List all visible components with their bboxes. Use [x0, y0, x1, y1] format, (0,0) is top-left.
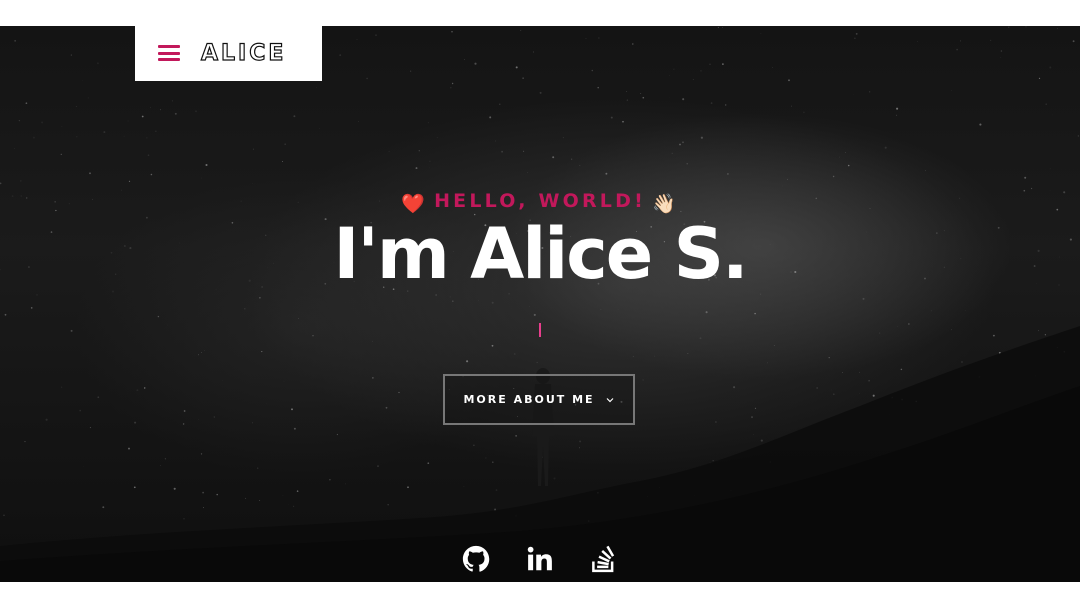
linkedin-link[interactable]: [525, 544, 555, 574]
typing-cursor: [539, 323, 541, 337]
chevron-down-icon: [606, 397, 613, 402]
more-about-me-button[interactable]: MORE ABOUT ME: [443, 374, 635, 425]
github-icon: [462, 545, 490, 572]
hero-section: [0, 26, 1080, 582]
linkedin-icon: [527, 546, 552, 571]
logo-box: ALICE: [135, 26, 322, 81]
stackoverflow-icon: [592, 545, 615, 573]
site-logo[interactable]: ALICE: [200, 40, 286, 67]
social-links: [0, 542, 1080, 576]
hamburger-menu-icon[interactable]: [158, 45, 180, 61]
stackoverflow-link[interactable]: [589, 544, 619, 574]
hill-silhouette: [0, 326, 1080, 582]
hero-heading: I'm Alice S.: [333, 213, 748, 295]
greeting-text: ❤️ HELLO, WORLD! 👋🏻: [0, 189, 1080, 216]
github-link[interactable]: [461, 544, 491, 574]
page: ALICE ❤️ HELLO, WORLD! 👋🏻 I'm Alice S. MOR…: [0, 0, 1080, 608]
more-about-me-label: MORE ABOUT ME: [463, 393, 595, 406]
greeting-label: HELLO, WORLD!: [434, 190, 646, 212]
